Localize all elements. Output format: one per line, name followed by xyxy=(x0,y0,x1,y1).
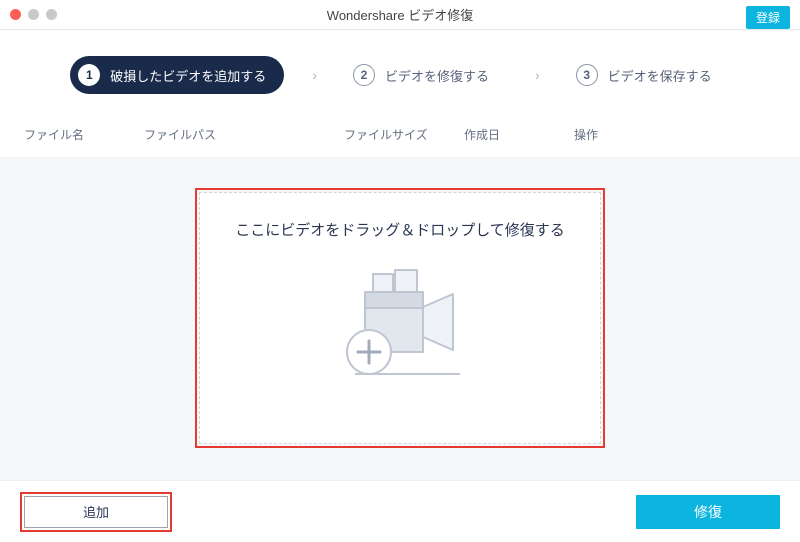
step-1-label: 破損したビデオを追加する xyxy=(110,66,266,85)
video-camera-add-icon xyxy=(325,262,475,392)
add-button[interactable]: 追加 xyxy=(24,496,168,528)
column-action: 操作 xyxy=(574,126,776,143)
register-button[interactable]: 登録 xyxy=(746,6,790,29)
repair-button[interactable]: 修復 xyxy=(636,495,780,529)
step-1[interactable]: 1 破損したビデオを追加する xyxy=(70,56,284,94)
maximize-window-icon[interactable] xyxy=(46,9,57,20)
window-controls xyxy=(10,9,57,20)
bottom-bar: 追加 修復 xyxy=(0,480,800,542)
step-2-label: ビデオを修復する xyxy=(385,66,489,85)
stepper: 1 破損したビデオを追加する › 2 ビデオを修復する › 3 ビデオを保存する xyxy=(0,30,800,116)
step-separator-icon: › xyxy=(535,67,540,83)
minimize-window-icon[interactable] xyxy=(28,9,39,20)
close-window-icon[interactable] xyxy=(10,9,21,20)
dropzone[interactable]: ここにビデオをドラッグ＆ドロップして修復する xyxy=(199,192,601,444)
app-title: Wondershare ビデオ修復 xyxy=(0,5,800,24)
step-3-number: 3 xyxy=(576,64,598,86)
titlebar: Wondershare ビデオ修復 登録 xyxy=(0,0,800,30)
column-filesize: ファイルサイズ xyxy=(344,126,464,143)
step-3[interactable]: 3 ビデオを保存する xyxy=(568,56,730,94)
step-1-number: 1 xyxy=(78,64,100,86)
step-3-label: ビデオを保存する xyxy=(608,66,712,85)
column-filepath: ファイルパス xyxy=(144,126,344,143)
add-button-highlight: 追加 xyxy=(20,492,172,532)
column-created: 作成日 xyxy=(464,126,574,143)
table-headers: ファイル名 ファイルパス ファイルサイズ 作成日 操作 xyxy=(0,116,800,158)
step-separator-icon: › xyxy=(312,67,317,83)
column-filename: ファイル名 xyxy=(24,126,144,143)
step-2[interactable]: 2 ビデオを修復する xyxy=(345,56,507,94)
main-area: ここにビデオをドラッグ＆ドロップして修復する xyxy=(0,158,800,492)
dropzone-text: ここにビデオをドラッグ＆ドロップして修復する xyxy=(235,219,565,240)
step-2-number: 2 xyxy=(353,64,375,86)
